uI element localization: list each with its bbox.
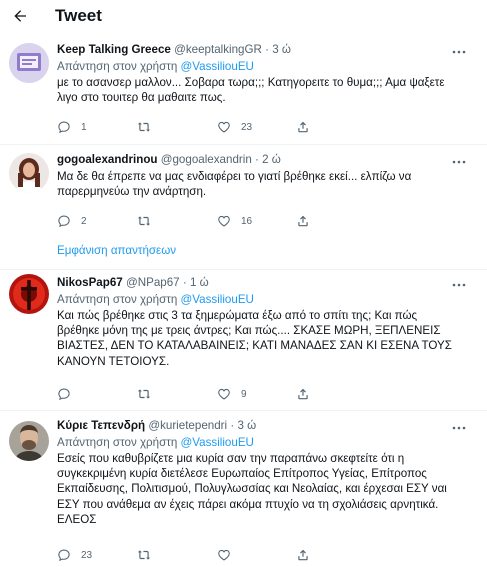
back-button[interactable] (6, 2, 34, 30)
tweet[interactable]: Keep Talking Greece @keeptalkingGR · 3 ώ… (0, 33, 487, 145)
retweet-button[interactable] (137, 386, 161, 402)
reply-to-line: Απάντηση στον χρήστη @VassiliouEU (57, 292, 459, 307)
tweet-time[interactable]: 2 ώ (262, 153, 281, 166)
more-button[interactable] (451, 155, 467, 169)
retweet-button[interactable] (137, 119, 161, 135)
more-icon (452, 160, 466, 164)
avatar[interactable] (9, 274, 49, 314)
like-button[interactable]: 9 (217, 386, 247, 402)
like-button[interactable] (217, 547, 241, 563)
user-name[interactable]: gogoalexandrinou (57, 153, 157, 166)
tweet-text: Και πώς βρέθηκε στις 3 τα ξημερώματα έξω… (57, 309, 452, 368)
tweet[interactable]: Κύριε Τεπενδρή @kurietependri · 3 ώ Απάν… (0, 411, 487, 567)
share-button[interactable] (296, 386, 310, 402)
share-icon (298, 121, 308, 133)
user-handle[interactable]: @kurietependri (148, 419, 227, 432)
reply-to-line: Απάντηση στον χρήστη @VassiliouEU (57, 59, 459, 74)
like-count: 16 (241, 215, 253, 227)
avatar[interactable] (9, 421, 49, 461)
more-icon (452, 283, 466, 287)
share-icon (298, 388, 308, 400)
user-handle[interactable]: @keeptalkingGR (174, 43, 262, 56)
retweet-icon (137, 389, 151, 399)
share-button[interactable] (296, 213, 310, 229)
tweet[interactable]: gogoalexandrinou @gogoalexandrin · 2 ώ Μ… (0, 145, 487, 235)
reply-prefix: Απάντηση στον χρήστη (57, 293, 178, 306)
share-button[interactable] (296, 547, 310, 563)
reply-button[interactable]: 23 (57, 547, 92, 563)
more-icon (452, 426, 466, 430)
user-name[interactable]: NikosPap67 (57, 276, 123, 289)
show-replies-link[interactable]: Εμφάνιση απαντήσεων (57, 244, 176, 257)
retweet-icon (137, 550, 151, 560)
reply-icon (58, 121, 70, 134)
tweet-actions: 1 23 (57, 119, 457, 135)
more-button[interactable] (451, 278, 467, 292)
reply-count: 1 (81, 121, 87, 133)
like-count: 9 (241, 388, 247, 400)
tweet-header: Κύριε Τεπενδρή @kurietependri · 3 ώ (57, 419, 257, 432)
tweet-actions: 2 16 (57, 213, 457, 229)
like-button[interactable]: 23 (217, 119, 252, 135)
avatar-image (9, 421, 49, 461)
like-icon (218, 215, 230, 227)
tweet-header: Keep Talking Greece @keeptalkingGR · 3 ώ (57, 43, 291, 56)
share-button[interactable] (296, 119, 310, 135)
retweet-button[interactable] (137, 547, 161, 563)
more-button[interactable] (451, 421, 467, 435)
tweet-text: με το ασανσερ μαλλον... Σοβαρα τωρα;;; Κ… (57, 76, 445, 105)
top-bar: Tweet (0, 0, 487, 33)
like-button[interactable]: 16 (217, 213, 252, 229)
user-handle[interactable]: @gogoalexandrin (161, 153, 252, 166)
share-icon (298, 215, 308, 227)
reply-button[interactable]: 2 (57, 213, 87, 229)
more-icon (452, 50, 466, 54)
like-icon (218, 549, 230, 561)
reply-icon (58, 388, 70, 401)
tweet-text: Μα δε θα έπρεπε να μας ενδιαφέρει το για… (57, 170, 412, 199)
avatar-image (9, 153, 49, 193)
user-handle[interactable]: @NPap67 (126, 276, 180, 289)
avatar[interactable] (9, 43, 49, 83)
reply-mention-link[interactable]: @VassiliouEU (181, 293, 254, 306)
reply-icon (58, 215, 70, 228)
show-replies-row[interactable]: Εμφάνιση απαντήσεων (0, 244, 487, 270)
retweet-icon (137, 122, 151, 132)
reply-prefix: Απάντηση στον χρήστη (57, 60, 178, 73)
tweet[interactable]: NikosPap67 @NPap67 · 1 ώ Απάντηση στον χ… (0, 270, 487, 411)
reply-count: 2 (81, 215, 87, 227)
user-name[interactable]: Κύριε Τεπενδρή (57, 419, 145, 432)
reply-button[interactable]: 1 (57, 119, 87, 135)
tweet-time[interactable]: 3 ώ (272, 43, 291, 56)
like-count: 23 (241, 121, 253, 133)
reply-mention-link[interactable]: @VassiliouEU (181, 436, 254, 449)
avatar-image (9, 274, 49, 314)
share-icon (298, 549, 308, 561)
like-icon (218, 388, 230, 400)
avatar-image (9, 43, 49, 83)
page-title: Tweet (55, 6, 102, 25)
tweet-actions: 9 (57, 386, 457, 402)
like-icon (218, 121, 230, 133)
tweet-text: Εσείς που καθυβρίζετε μια κυρία σαν την … (57, 452, 447, 526)
tweet-time[interactable]: 3 ώ (237, 419, 256, 432)
more-button[interactable] (451, 45, 467, 59)
tweet-time[interactable]: 1 ώ (190, 276, 209, 289)
reply-icon (58, 549, 70, 562)
back-arrow-icon (14, 10, 26, 22)
reply-button[interactable] (57, 386, 81, 402)
tweet-header: NikosPap67 @NPap67 · 1 ώ (57, 276, 209, 289)
user-name[interactable]: Keep Talking Greece (57, 43, 171, 56)
reply-to-line: Απάντηση στον χρήστη @VassiliouEU (57, 435, 459, 450)
retweet-button[interactable] (137, 213, 161, 229)
reply-mention-link[interactable]: @VassiliouEU (181, 60, 254, 73)
retweet-icon (137, 216, 151, 226)
avatar[interactable] (9, 153, 49, 193)
reply-count: 23 (81, 549, 93, 561)
tweet-header: gogoalexandrinou @gogoalexandrin · 2 ώ (57, 153, 281, 166)
reply-prefix: Απάντηση στον χρήστη (57, 436, 178, 449)
tweet-actions: 23 (57, 547, 457, 563)
